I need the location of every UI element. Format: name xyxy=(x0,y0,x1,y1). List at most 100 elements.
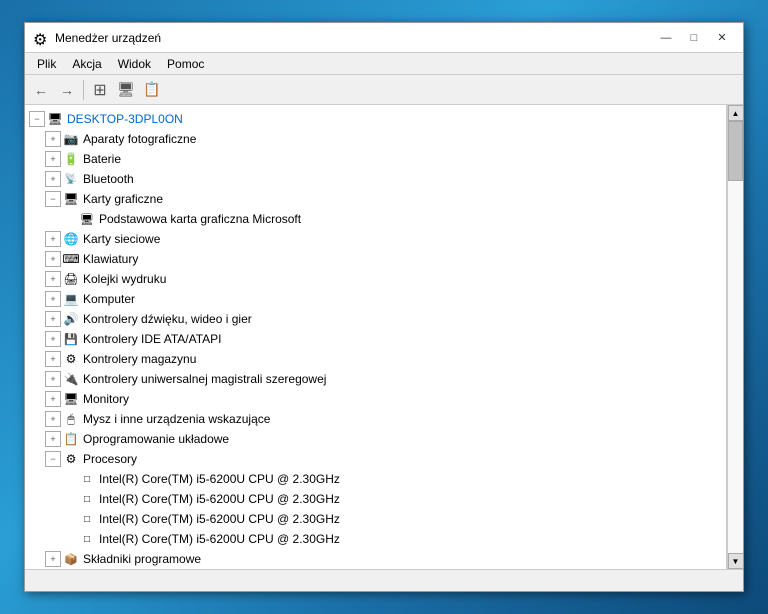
status-bar xyxy=(25,569,743,591)
expand-serial-btn[interactable]: + xyxy=(45,371,61,387)
graphics-icon: 🖥 xyxy=(63,191,79,207)
expand-storage-btn[interactable]: + xyxy=(45,351,61,367)
title-controls: — □ ✕ xyxy=(653,28,735,48)
device-manager-window: ⚙ Menedżer urządzeń — □ ✕ Plik Akcja Wid… xyxy=(24,22,744,592)
monitors-label: Monitory xyxy=(83,392,129,406)
expand-firmware-btn[interactable]: + xyxy=(45,431,61,447)
firmware-label: Oprogramowanie układowe xyxy=(83,432,229,446)
list-item[interactable]: 🖥 Podstawowa karta graficzna Microsoft xyxy=(25,209,726,229)
vertical-scrollbar[interactable]: ▲ ▼ xyxy=(727,105,743,569)
collapse-processors-btn[interactable]: − xyxy=(45,451,61,467)
expand-keyboards-btn[interactable]: + xyxy=(45,251,61,267)
menu-action[interactable]: Akcja xyxy=(64,55,109,73)
collapse-graphics-btn[interactable]: − xyxy=(45,191,61,207)
list-item[interactable]: □ Intel(R) Core(TM) i5-6200U CPU @ 2.30G… xyxy=(25,489,726,509)
expand-monitors-btn[interactable]: + xyxy=(45,391,61,407)
device-tree[interactable]: − 🖥 DESKTOP-3DPL0ON + 📷 Aparaty fotograf… xyxy=(25,105,727,569)
audio-label: Kontrolery dźwięku, wideo i gier xyxy=(83,312,252,326)
expand-batteries-btn[interactable]: + xyxy=(45,151,61,167)
toolbar-separator xyxy=(83,80,84,100)
list-item[interactable]: − 🖥 Karty graficzne xyxy=(25,189,726,209)
mouse-label: Mysz i inne urządzenia wskazujące xyxy=(83,412,270,426)
keyboards-icon: ⌨ xyxy=(63,251,79,267)
list-item[interactable]: + 💾 Kontrolery IDE ATA/ATAPI xyxy=(25,329,726,349)
gpu-label: Podstawowa karta graficzna Microsoft xyxy=(99,212,301,226)
cpu4-icon: □ xyxy=(79,531,95,547)
expand-audio-btn[interactable]: + xyxy=(45,311,61,327)
cpu3-icon: □ xyxy=(79,511,95,527)
expand-bluetooth-btn[interactable]: + xyxy=(45,171,61,187)
menu-view[interactable]: Widok xyxy=(110,55,159,73)
list-item[interactable]: + 🔌 Kontrolery uniwersalnej magistrali s… xyxy=(25,369,726,389)
list-item[interactable]: + 🖥 Monitory xyxy=(25,389,726,409)
list-item[interactable]: − ⚙ Procesory xyxy=(25,449,726,469)
mouse-icon: 🖱 xyxy=(63,411,79,427)
softcomp-label: Składniki programowe xyxy=(83,552,201,566)
list-item[interactable]: □ Intel(R) Core(TM) i5-6200U CPU @ 2.30G… xyxy=(25,529,726,549)
forward-button[interactable]: → xyxy=(55,78,79,102)
window-title: Menedżer urządzeń xyxy=(55,31,161,45)
list-item[interactable]: + 📷 Aparaty fotograficzne xyxy=(25,129,726,149)
content-area: − 🖥 DESKTOP-3DPL0ON + 📷 Aparaty fotograf… xyxy=(25,105,743,569)
list-item[interactable]: + 🔋 Baterie xyxy=(25,149,726,169)
minimize-button[interactable]: — xyxy=(653,28,679,48)
scroll-thumb[interactable] xyxy=(728,121,743,181)
expand-cameras-btn[interactable]: + xyxy=(45,131,61,147)
bluetooth-icon: 📡 xyxy=(63,171,79,187)
tree-item-root[interactable]: − 🖥 DESKTOP-3DPL0ON xyxy=(25,109,726,129)
root-icon: 🖥 xyxy=(47,111,63,127)
list-item[interactable]: + ⚙ Kontrolery magazynu xyxy=(25,349,726,369)
ide-label: Kontrolery IDE ATA/ATAPI xyxy=(83,332,222,346)
cpu2-label: Intel(R) Core(TM) i5-6200U CPU @ 2.30GHz xyxy=(99,492,340,506)
processors-label: Procesory xyxy=(83,452,137,466)
expand-softcomp-btn[interactable]: + xyxy=(45,551,61,567)
title-bar: ⚙ Menedżer urządzeń — □ ✕ xyxy=(25,23,743,53)
root-label: DESKTOP-3DPL0ON xyxy=(67,112,183,126)
maximize-button[interactable]: □ xyxy=(681,28,707,48)
storage-label: Kontrolery magazynu xyxy=(83,352,196,366)
back-button[interactable]: ← xyxy=(29,78,53,102)
scroll-track[interactable] xyxy=(728,121,743,553)
list-item[interactable]: + 📋 Oprogramowanie układowe xyxy=(25,429,726,449)
list-item[interactable]: + 💻 Komputer xyxy=(25,289,726,309)
menu-help[interactable]: Pomoc xyxy=(159,55,212,73)
properties-button[interactable]: ⊞ xyxy=(88,78,112,102)
app-icon: ⚙ xyxy=(33,30,49,46)
list-item[interactable]: + ⌨ Klawiatury xyxy=(25,249,726,269)
bluetooth-label: Bluetooth xyxy=(83,172,134,186)
toolbar: ← → ⊞ 🖥 📋 xyxy=(25,75,743,105)
computer-icon: 💻 xyxy=(63,291,79,307)
cameras-label: Aparaty fotograficzne xyxy=(83,132,196,146)
list-item[interactable]: □ Intel(R) Core(TM) i5-6200U CPU @ 2.30G… xyxy=(25,509,726,529)
scroll-up-button[interactable]: ▲ xyxy=(728,105,744,121)
expand-mouse-btn[interactable]: + xyxy=(45,411,61,427)
printq-icon: 🖨 xyxy=(63,271,79,287)
menu-file[interactable]: Plik xyxy=(29,55,64,73)
list-item[interactable]: + 🖨 Kolejki wydruku xyxy=(25,269,726,289)
network-icon: 🌐 xyxy=(63,231,79,247)
show-button[interactable]: 📋 xyxy=(140,78,164,102)
expand-network-btn[interactable]: + xyxy=(45,231,61,247)
audio-icon: 🔊 xyxy=(63,311,79,327)
scroll-down-button[interactable]: ▼ xyxy=(728,553,744,569)
graphics-label: Karty graficzne xyxy=(83,192,163,206)
list-item[interactable]: + 🌐 Karty sieciowe xyxy=(25,229,726,249)
close-button[interactable]: ✕ xyxy=(709,28,735,48)
list-item[interactable]: + 🖱 Mysz i inne urządzenia wskazujące xyxy=(25,409,726,429)
batteries-label: Baterie xyxy=(83,152,121,166)
printq-label: Kolejki wydruku xyxy=(83,272,166,286)
expand-ide-btn[interactable]: + xyxy=(45,331,61,347)
batteries-icon: 🔋 xyxy=(63,151,79,167)
list-item[interactable]: + 📦 Składniki programowe xyxy=(25,549,726,569)
expand-computer-btn[interactable]: + xyxy=(45,291,61,307)
list-item[interactable]: + 📡 Bluetooth xyxy=(25,169,726,189)
cameras-icon: 📷 xyxy=(63,131,79,147)
keyboards-label: Klawiatury xyxy=(83,252,138,266)
gpu-icon: 🖥 xyxy=(79,211,95,227)
list-item[interactable]: + 🔊 Kontrolery dźwięku, wideo i gier xyxy=(25,309,726,329)
firmware-icon: 📋 xyxy=(63,431,79,447)
update-button[interactable]: 🖥 xyxy=(114,78,138,102)
list-item[interactable]: □ Intel(R) Core(TM) i5-6200U CPU @ 2.30G… xyxy=(25,469,726,489)
expand-printq-btn[interactable]: + xyxy=(45,271,61,287)
collapse-root-btn[interactable]: − xyxy=(29,111,45,127)
